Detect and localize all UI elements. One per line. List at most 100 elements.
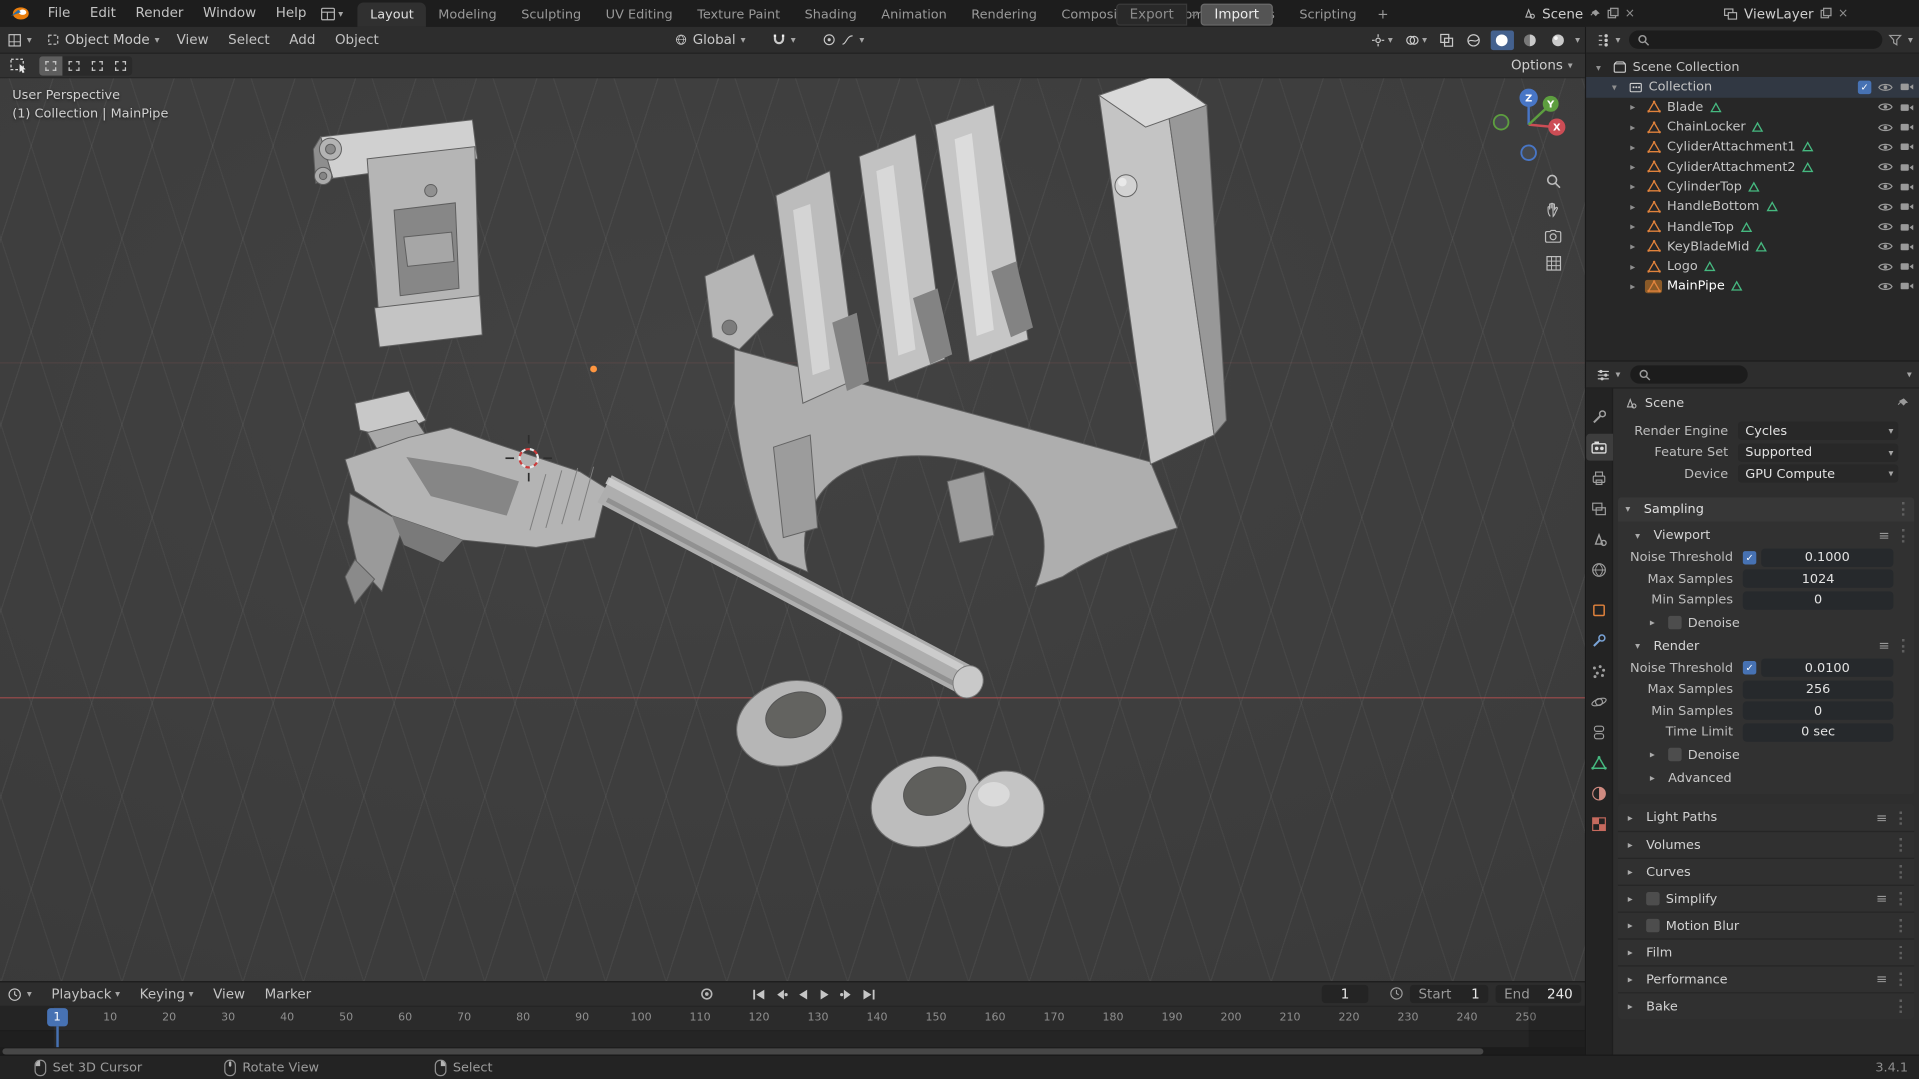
select-intersect-button[interactable] (109, 56, 132, 76)
checkbox[interactable]: ✓ (1742, 661, 1757, 675)
disclosure-icon[interactable]: ▸ (1630, 201, 1645, 212)
outliner-row-keyblademid[interactable]: ▸ KeyBladeMid (1586, 237, 1919, 257)
3d-viewport[interactable]: Options ▾ User Perspective (1) Collectio… (0, 53, 1585, 982)
select-set-button[interactable] (39, 55, 63, 76)
shading-dropdown-icon[interactable]: ▾ (1575, 34, 1580, 45)
menu-file[interactable]: File (38, 0, 80, 27)
properties-tab-object-data[interactable] (1586, 749, 1613, 776)
toggle-ortho-icon[interactable] (1545, 255, 1561, 271)
select-subtract-button[interactable] (86, 56, 109, 76)
collection-row[interactable]: ▾ Collection ✓ (1586, 77, 1919, 98)
disable-in-renders-icon[interactable] (1899, 82, 1914, 92)
disable-in-renders-icon[interactable] (1899, 262, 1914, 272)
outliner-row-mainpipe[interactable]: ▸ MainPipe (1586, 276, 1919, 296)
outliner-row-cylindertop[interactable]: ▸ CylinderTop (1586, 177, 1919, 197)
new-viewlayer-icon[interactable] (1820, 7, 1832, 19)
disable-in-renders-icon[interactable] (1899, 122, 1914, 132)
editor-type-button[interactable]: ▾ (0, 26, 39, 53)
menu-help[interactable]: Help (266, 0, 316, 27)
panel-menu-icon[interactable]: ≡ (1876, 810, 1887, 826)
denoise-checkbox[interactable] (1668, 615, 1682, 630)
hide-in-viewport-icon[interactable] (1877, 261, 1893, 272)
remove-viewlayer-icon[interactable]: × (1838, 7, 1848, 20)
properties-editor-type-button[interactable]: ▾ (1594, 361, 1623, 388)
viewlayer-selector[interactable]: ViewLayer × (1723, 0, 1848, 27)
zoom-tool-icon[interactable] (1545, 174, 1561, 190)
timeline-menu-playback[interactable]: Playback ▾ (42, 981, 130, 1008)
menu-window[interactable]: Window (193, 0, 266, 27)
unlink-scene-icon[interactable]: × (1625, 7, 1635, 20)
show-gizmo-dropdown[interactable]: ▾ (1367, 31, 1396, 48)
disclosure-icon[interactable]: ▾ (1612, 82, 1627, 93)
tab-texture-paint[interactable]: Texture Paint (685, 2, 792, 26)
viewport-denoise-subpanel[interactable]: ▸ Denoise (1618, 611, 1914, 634)
current-frame-field[interactable]: 1 (1321, 984, 1369, 1004)
value-slider[interactable]: 1024 (1742, 569, 1894, 589)
add-workspace-button[interactable]: + (1369, 1, 1397, 27)
frame-end-field[interactable]: End 240 (1495, 984, 1582, 1004)
next-keyframe-button[interactable] (837, 985, 855, 1002)
blender-logo-icon[interactable] (10, 6, 31, 21)
disclosure-icon[interactable]: ▸ (1630, 102, 1645, 113)
outliner-row-cyliderattachment1[interactable]: ▸ CyliderAttachment1 (1586, 137, 1919, 157)
panel-curves[interactable]: ▸ Curves (1617, 857, 1915, 885)
panel-menu-icon[interactable]: ≡ (1878, 638, 1889, 654)
timeline-track[interactable] (0, 1031, 1585, 1048)
properties-tab-physics[interactable] (1586, 688, 1613, 715)
playhead[interactable]: 1 (46, 1008, 68, 1027)
device-dropdown[interactable]: GPU Compute ▾ (1737, 464, 1899, 483)
tab-layout[interactable]: Layout (357, 2, 427, 27)
panel-simplify[interactable]: ▸ Simplify ≡ (1617, 884, 1915, 912)
tab-sculpting[interactable]: Sculpting (509, 2, 593, 26)
tab-rendering[interactable]: Rendering (959, 2, 1049, 26)
properties-search-input[interactable] (1630, 365, 1748, 384)
export-button[interactable]: Export (1116, 3, 1188, 26)
disable-in-renders-icon[interactable] (1899, 102, 1914, 112)
breadcrumb-scene-label[interactable]: Scene (1645, 396, 1684, 411)
model-cylinder-ring-1[interactable] (725, 667, 853, 779)
show-overlays-dropdown[interactable]: ▾ (1401, 31, 1430, 48)
sampling-panel-header[interactable]: ▾ Sampling (1617, 496, 1915, 522)
outliner-row-cyliderattachment2[interactable]: ▸ CyliderAttachment2 (1586, 157, 1919, 177)
jump-to-end-button[interactable] (859, 985, 877, 1002)
snap-toggle[interactable]: ▾ (765, 26, 803, 53)
panel-bake[interactable]: ▸ Bake (1617, 992, 1915, 1020)
feature-set-dropdown[interactable]: Supported ▾ (1737, 443, 1899, 462)
hide-in-viewport-icon[interactable] (1877, 82, 1893, 93)
menu-edit[interactable]: Edit (80, 0, 126, 27)
select-extend-button[interactable] (62, 56, 85, 76)
hide-in-viewport-icon[interactable] (1877, 201, 1893, 212)
disclosure-icon[interactable]: ▸ (1630, 221, 1645, 232)
disclosure-icon[interactable]: ▸ (1630, 281, 1645, 292)
timeline-menu-marker[interactable]: Marker (255, 981, 321, 1008)
tab-scripting[interactable]: Scripting (1287, 2, 1369, 26)
disable-in-renders-icon[interactable] (1899, 282, 1914, 292)
hide-in-viewport-icon[interactable] (1877, 161, 1893, 172)
panel-motion-blur[interactable]: ▸ Motion Blur (1617, 911, 1915, 939)
properties-tab-object[interactable] (1586, 596, 1613, 623)
proportional-editing-toggle[interactable]: ▾ (815, 26, 871, 53)
outliner-row-handletop[interactable]: ▸ HandleTop (1586, 217, 1919, 237)
tab-uv-editing[interactable]: UV Editing (593, 2, 685, 26)
disclosure-icon[interactable]: ▸ (1630, 261, 1645, 272)
tab-animation[interactable]: Animation (869, 2, 959, 26)
denoise-checkbox[interactable] (1668, 747, 1682, 762)
new-scene-icon[interactable] (1606, 7, 1619, 19)
outliner-row-handlebottom[interactable]: ▸ HandleBottom (1586, 197, 1919, 217)
auto-keying-button[interactable] (700, 987, 713, 1000)
panel-volumes[interactable]: ▸ Volumes (1617, 830, 1915, 858)
properties-tab-modifiers[interactable] (1586, 627, 1613, 654)
mode-dropdown[interactable]: Object Mode ▾ (39, 26, 167, 53)
checkbox[interactable] (1646, 918, 1660, 933)
value-slider[interactable]: 256 (1742, 680, 1894, 699)
model-blade-crown[interactable] (704, 72, 1227, 588)
use-preview-range-icon[interactable] (1389, 986, 1404, 1001)
render-engine-dropdown[interactable]: Cycles ▾ (1737, 421, 1899, 441)
hide-in-viewport-icon[interactable] (1877, 221, 1893, 232)
shading-wireframe-button[interactable] (1463, 30, 1486, 50)
outliner-row-logo[interactable]: ▸ Logo (1586, 257, 1919, 277)
panel-menu-icon[interactable]: ≡ (1878, 527, 1889, 543)
render-subpanel-header[interactable]: ▾ Render ≡ (1618, 634, 1914, 657)
exclude-checkbox[interactable]: ✓ (1857, 80, 1872, 95)
hide-in-viewport-icon[interactable] (1877, 181, 1893, 192)
